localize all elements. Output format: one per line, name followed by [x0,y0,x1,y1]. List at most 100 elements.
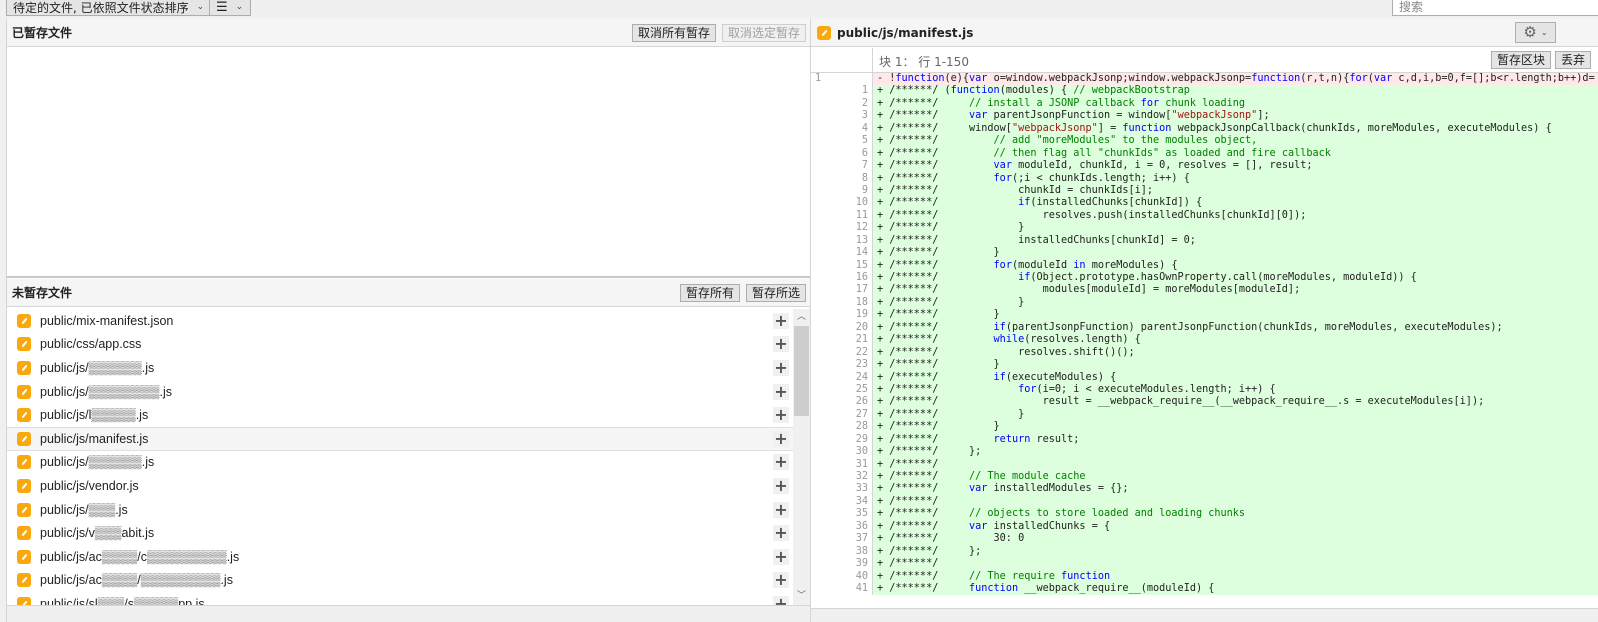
unstage-selected-button[interactable]: 取消选定暂存 [721,24,806,42]
stage-hunk-button[interactable]: 暂存区块 [1491,51,1552,69]
file-list-item[interactable]: public/css/app.css + [7,333,793,357]
diff-settings-button[interactable]: ⚙ ⌄ [1515,22,1556,43]
stage-file-plus-icon[interactable]: + [773,312,789,329]
diff-line-added[interactable]: 25 + /******/ for(i=0; i < executeModules… [811,383,1598,397]
diff-line-added[interactable]: 19 + /******/ } [811,309,1598,322]
file-name: public/js/l▒▒▒▒▒.js [40,408,149,423]
stage-file-plus-icon[interactable]: + [773,548,789,565]
diff-line-added[interactable]: 10 + /******/ if(installedChunks[chunkId]… [811,197,1598,210]
diff-line-added[interactable]: 7 + /******/ var moduleId, chunkId, i = 0… [811,160,1598,173]
stage-file-plus-icon[interactable]: + [773,359,789,376]
file-list-item[interactable]: public/js/manifest.js + [7,426,793,451]
scroll-down-icon[interactable]: ﹀ [793,588,810,605]
diff-line-added[interactable]: 9 + /******/ chunkId = chunkIds[i]; [811,184,1598,198]
old-line-number [811,260,841,272]
diff-line-added[interactable]: 38 + /******/ }; [811,545,1598,559]
file-list-item[interactable]: public/js/ac▒▒▒▒/c▒▒▒▒▒▒▒▒▒.js + [7,545,793,569]
diff-line-added[interactable]: 39 + /******/ [811,558,1598,571]
diff-line-added[interactable]: 17 + /******/ modules[moduleId] = moreMod… [811,284,1598,297]
new-line-number: 12 [841,222,873,235]
diff-line-added[interactable]: 5 + /******/ // add "moreModules" to the … [811,135,1598,148]
diff-line-added[interactable]: 33 + /******/ var installedModules = {}; [811,483,1598,496]
diff-line-added[interactable]: 1 + /******/ (function(modules) { // webp… [811,85,1598,98]
old-line-number [811,396,841,408]
diff-line-added[interactable]: 35 + /******/ // objects to store loaded … [811,508,1598,521]
file-list-item[interactable]: public/js/▒▒▒▒▒▒.js + [7,356,793,380]
new-line-number: 30 [841,446,873,459]
old-line-number [811,185,841,197]
file-list-item[interactable]: public/js/▒▒▒.js + [7,498,793,522]
stage-file-plus-icon[interactable]: + [773,336,789,353]
stage-file-plus-icon[interactable]: + [773,407,789,424]
unstage-all-button[interactable]: 取消所有暂存 [631,24,716,42]
diff-line-added[interactable]: 13 + /******/ installedChunks[chunkId] = … [811,234,1598,248]
diff-line-added[interactable]: 34 + /******/ [811,495,1598,509]
diff-line-added[interactable]: 2 + /******/ // install a JSONP callback … [811,97,1598,111]
file-list-item[interactable]: public/js/▒▒▒▒▒▒▒▒.js + [7,380,793,404]
diff-line-added[interactable]: 18 + /******/ } [811,296,1598,310]
diff-line-added[interactable]: 32 + /******/ // The module cache [811,471,1598,484]
new-line-number: 11 [841,209,873,223]
diff-line-added[interactable]: 11 + /******/ resolves.push(installedChun… [811,209,1598,223]
diff-line-added[interactable]: 8 + /******/ for(;i < chunkIds.length; i+… [811,172,1598,185]
old-line-number [811,533,841,545]
diff-line-added[interactable]: 12 + /******/ } [811,222,1598,235]
diff-line-added[interactable]: 30 + /******/ }; [811,446,1598,459]
horizontal-scrollbar[interactable] [7,605,810,622]
diff-line-added[interactable]: 21 + /******/ while(resolves.length) { [811,334,1598,347]
file-list-item[interactable]: public/js/vendor.js + [7,474,793,498]
stage-file-plus-icon[interactable]: + [773,477,789,494]
diff-line-removed[interactable]: 1 - !function(e){var o=window.webpackJson… [811,73,1598,86]
diff-horizontal-scrollbar[interactable] [811,608,1598,622]
old-line-number [811,583,841,595]
diff-line-added[interactable]: 15 + /******/ for(moduleId in moreModules… [811,259,1598,272]
diff-line-added[interactable]: 16 + /******/ if(Object.prototype.hasOwnP… [811,272,1598,285]
stage-file-plus-icon[interactable]: + [773,572,789,589]
discard-hunk-button[interactable]: 丢弃 [1555,51,1592,69]
file-list-item[interactable]: public/mix-manifest.json + [7,309,793,333]
stage-file-plus-icon[interactable]: + [773,383,789,400]
unstaged-list-scrollbar[interactable]: ︿ ﹀ [793,309,810,605]
file-list-item[interactable]: public/js/ac▒▒▒▒/▒▒▒▒▒▒▒▒▒.js + [7,569,793,593]
diff-line-added[interactable]: 23 + /******/ } [811,359,1598,372]
diff-line-added[interactable]: 41 + /******/ function __webpack_require_… [811,582,1598,596]
diff-line-added[interactable]: 29 + /******/ return result; [811,433,1598,447]
stage-file-plus-icon[interactable]: + [773,525,789,542]
stage-selected-button[interactable]: 暂存所选 [745,284,806,302]
stage-file-plus-icon[interactable]: + [773,501,789,518]
diff-line-added[interactable]: 24 + /******/ if(executeModules) { [811,371,1598,384]
diff-line-added[interactable]: 27 + /******/ } [811,408,1598,422]
diff-line-added[interactable]: 26 + /******/ result = __webpack_require_… [811,396,1598,409]
code-text: + /******/ chunkId = chunkIds[i]; [873,184,1598,198]
new-line-number: 33 [841,483,873,496]
diff-line-added[interactable]: 28 + /******/ } [811,421,1598,434]
diff-line-added[interactable]: 31 + /******/ [811,458,1598,471]
diff-line-added[interactable]: 14 + /******/ } [811,247,1598,260]
stage-file-plus-icon[interactable]: + [773,430,789,447]
diff-line-added[interactable]: 3 + /******/ var parentJsonpFunction = wi… [811,110,1598,123]
old-line-number [811,359,841,371]
diff-line-added[interactable]: 4 + /******/ window["webpackJsonp"] = fun… [811,122,1598,136]
file-filter-dropdown[interactable]: 待定的文件, 已依照文件状态排序 ⌄ [6,0,212,16]
scroll-up-icon[interactable]: ︿ [793,309,810,326]
code-text: + /******/ for(;i < chunkIds.length; i++… [873,172,1598,185]
view-mode-dropdown[interactable]: ☰ ⌄ [209,0,251,16]
stage-all-button[interactable]: 暂存所有 [679,284,740,302]
file-list-item[interactable]: public/js/v▒▒▒abit.js + [7,521,793,545]
diff-line-added[interactable]: 37 + /******/ 30: 0 [811,533,1598,546]
file-list-item[interactable]: public/js/l▒▒▒▒▒.js + [7,403,793,427]
old-line-number [811,546,841,558]
new-line-number: 29 [841,433,873,447]
diff-line-added[interactable]: 22 + /******/ resolves.shift()(); [811,346,1598,360]
diff-line-added[interactable]: 6 + /******/ // then flag all "chunkIds" … [811,147,1598,161]
file-list-item[interactable]: public/js/▒▒▒▒▒▒.js + [7,451,793,475]
diff-line-added[interactable]: 40 + /******/ // The require function [811,570,1598,583]
diff-line-added[interactable]: 36 + /******/ var installedChunks = { [811,520,1598,534]
stage-file-plus-icon[interactable]: + [773,454,789,471]
diff-code-view[interactable]: 1- !function(e){var o=window.webpackJson… [811,73,1598,608]
diff-line-added[interactable]: 20 + /******/ if(parentJsonpFunction) par… [811,321,1598,335]
scrollbar-thumb[interactable] [794,326,809,416]
code-text: - !function(e){var o=window.webpackJsonp… [873,73,1598,86]
new-line-number: 32 [841,471,873,484]
search-input[interactable]: 搜索 [1392,0,1598,16]
